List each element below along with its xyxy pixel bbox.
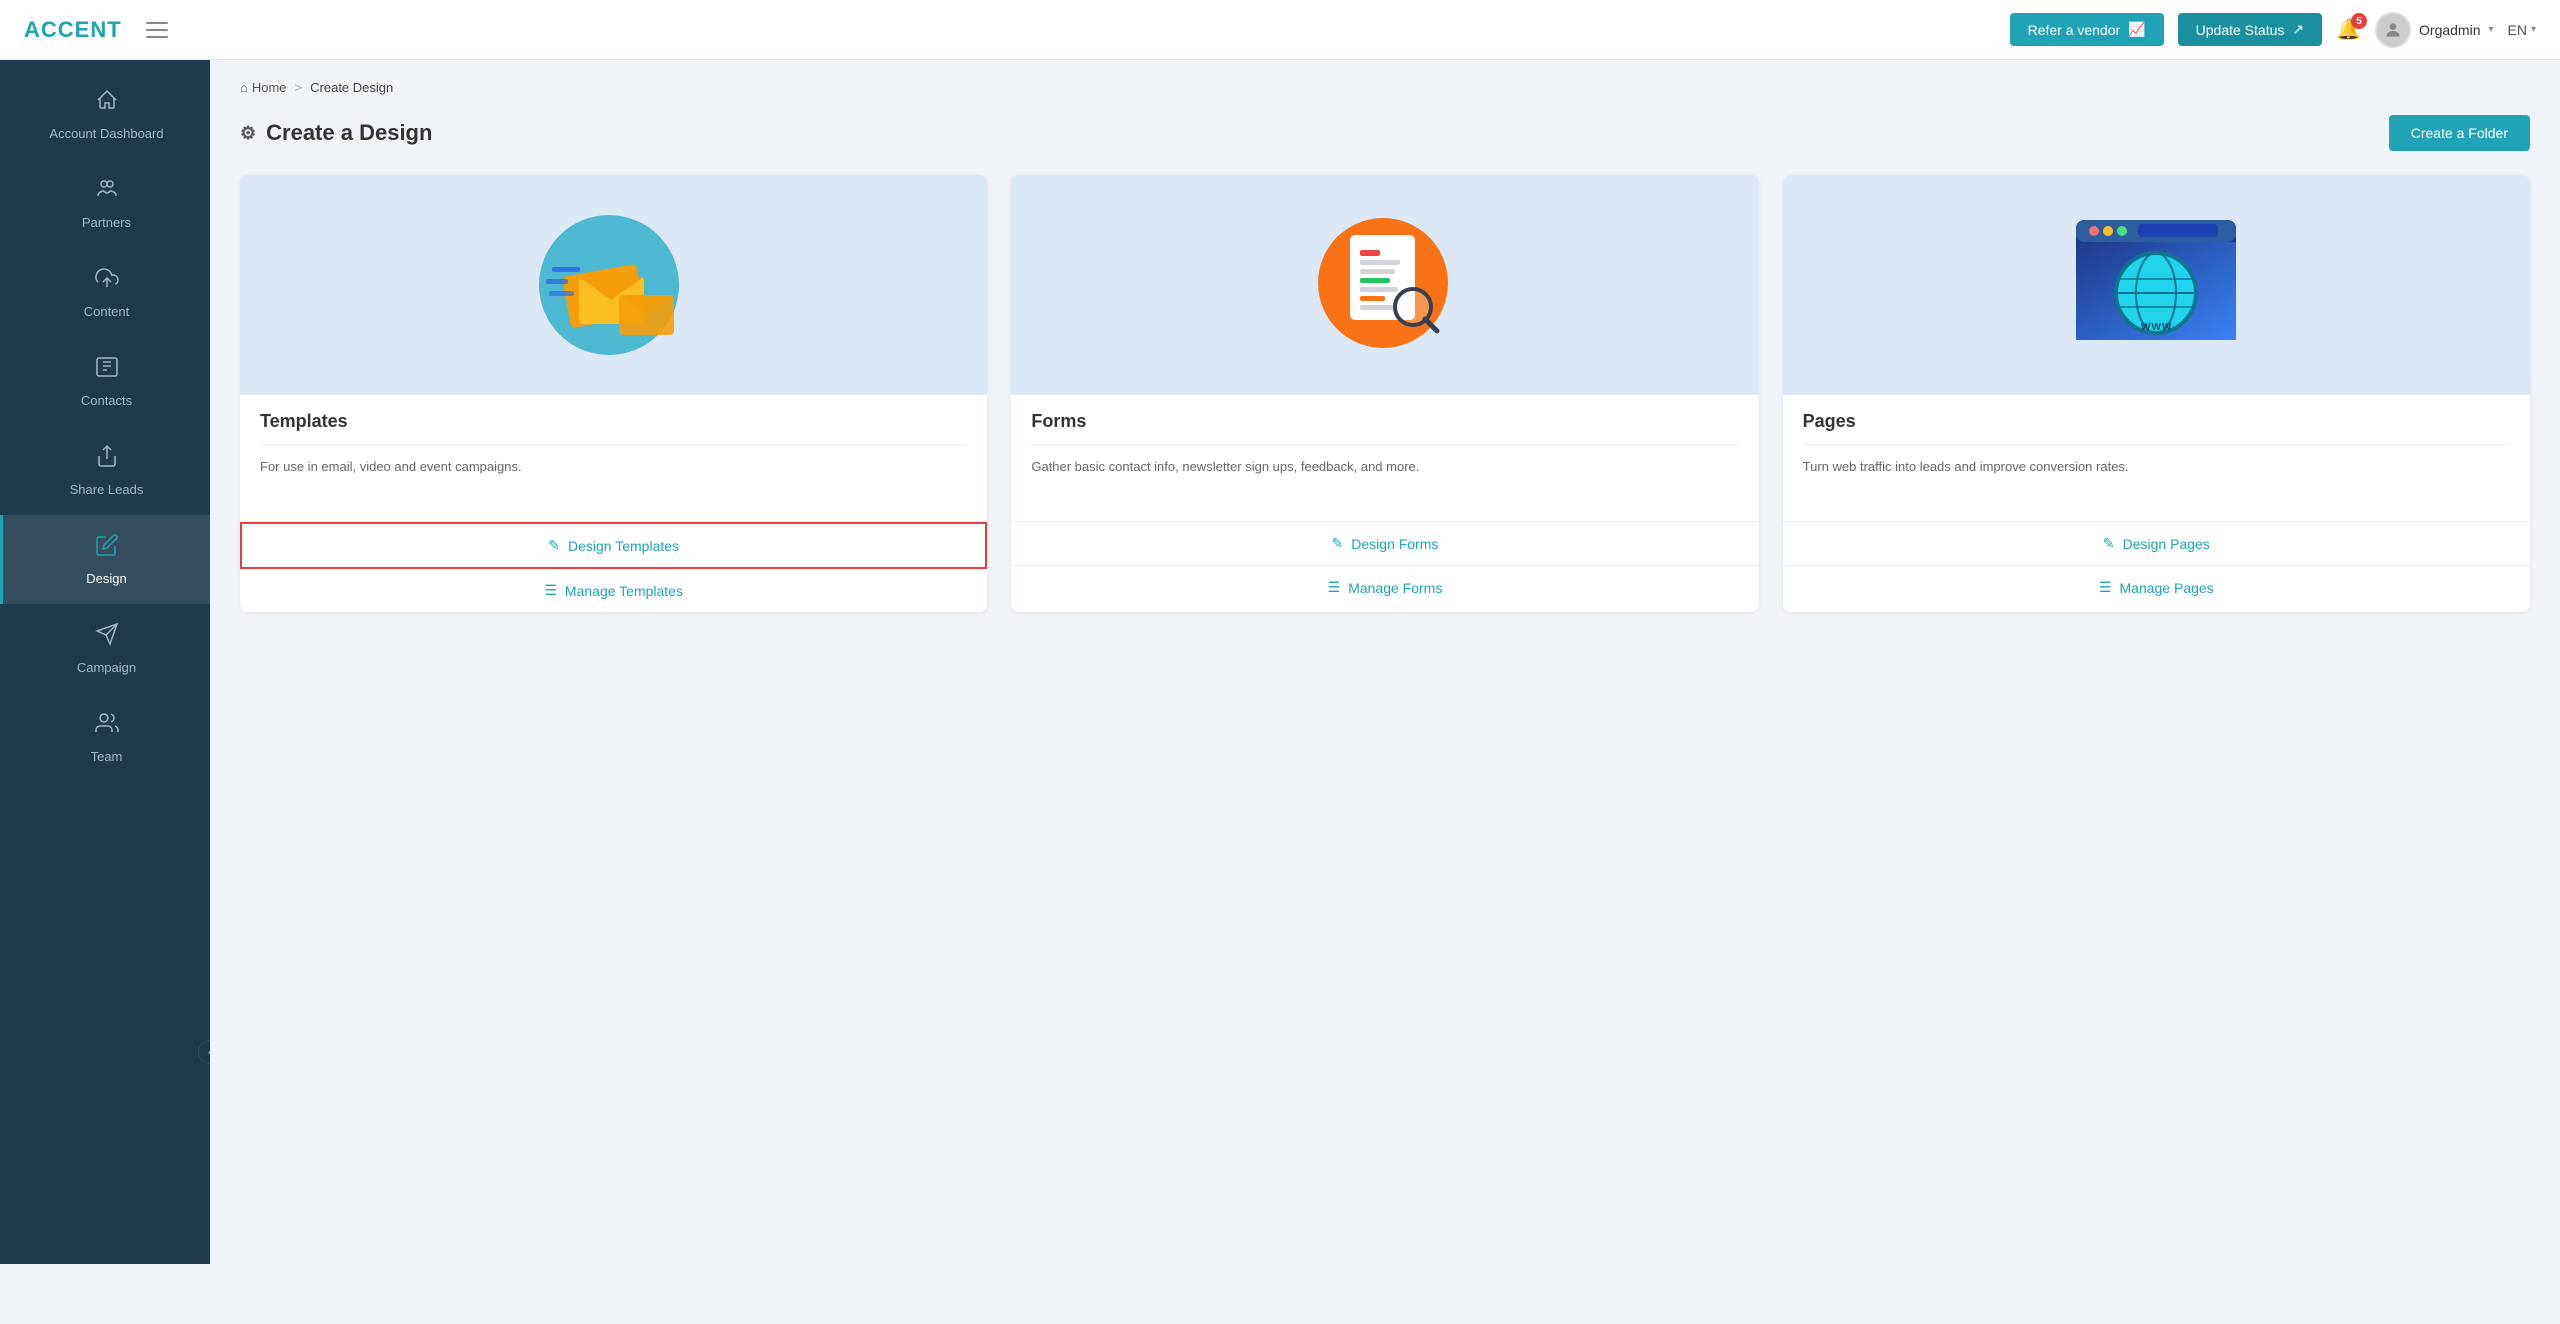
sidebar-collapse-button[interactable]: ‹ (198, 1040, 210, 1064)
sidebar-item-design[interactable]: Design (0, 515, 210, 604)
list-icon-forms: ☰ (1328, 579, 1341, 596)
breadcrumb: ⌂ Home > Create Design (240, 80, 2530, 95)
contacts-icon (95, 355, 119, 385)
pencil-square-icon: ✎ (548, 537, 560, 554)
sidebar-item-content[interactable]: Content (0, 248, 210, 337)
pages-card-body: Pages Turn web traffic into leads and im… (1783, 395, 2530, 507)
user-menu[interactable]: Orgadmin ▾ (2375, 12, 2494, 48)
lang-chevron-icon: ▾ (2531, 24, 2536, 35)
svg-text:WWW: WWW (2141, 322, 2172, 333)
templates-card: Templates For use in email, video and ev… (240, 175, 987, 612)
pages-card-actions: ✎ Design Pages ☰ Manage Pages (1783, 521, 2530, 609)
hamburger-menu[interactable] (142, 18, 172, 42)
sidebar-label-campaign: Campaign (77, 660, 136, 675)
create-folder-button[interactable]: Create a Folder (2389, 115, 2530, 151)
manage-pages-button[interactable]: ☰ Manage Pages (1783, 566, 2530, 609)
pages-card-title: Pages (1803, 411, 2510, 445)
pages-card: WWW Pages Turn web traffic into leads an… (1783, 175, 2530, 612)
avatar (2375, 12, 2411, 48)
notifications-button[interactable]: 🔔 5 (2336, 17, 2361, 42)
main-content: ⌂ Home > Create Design ⚙ Create a Design… (210, 60, 2560, 1264)
page-header: ⚙ Create a Design Create a Folder (240, 115, 2530, 151)
pencil-square-icon-forms: ✎ (1332, 535, 1344, 552)
forms-card-image (1011, 175, 1758, 395)
sidebar-label-content: Content (84, 304, 130, 319)
forms-card-actions: ✎ Design Forms ☰ Manage Forms (1011, 521, 1758, 609)
language-selector[interactable]: EN ▾ (2508, 22, 2536, 38)
home-breadcrumb-icon: ⌂ (240, 80, 248, 95)
content-icon (95, 266, 119, 296)
team-icon (95, 711, 119, 741)
templates-card-actions: ✎ Design Templates ☰ Manage Templates (240, 521, 987, 612)
sidebar-item-team[interactable]: Team (0, 693, 210, 782)
campaign-icon (95, 622, 119, 652)
update-status-button[interactable]: Update Status ↗ (2178, 13, 2322, 46)
cards-grid: Templates For use in email, video and ev… (240, 175, 2530, 612)
sidebar-label-team: Team (91, 749, 123, 764)
trend-icon: 📈 (2128, 21, 2145, 38)
templates-card-desc: For use in email, video and event campai… (260, 457, 967, 507)
sidebar: Account Dashboard Partners Content Conta… (0, 60, 210, 1264)
design-pages-button[interactable]: ✎ Design Pages (1783, 522, 2530, 566)
share-icon: ↗ (2292, 21, 2304, 38)
navbar: ACCENT Refer a vendor 📈 Update Status ↗ … (0, 0, 2560, 60)
templates-card-body: Templates For use in email, video and ev… (240, 395, 987, 507)
sidebar-item-partners[interactable]: Partners (0, 159, 210, 248)
forms-card-title: Forms (1031, 411, 1738, 445)
home-icon (95, 88, 119, 118)
partners-icon (95, 177, 119, 207)
design-icon (95, 533, 119, 563)
sidebar-item-contacts[interactable]: Contacts (0, 337, 210, 426)
share-leads-icon (95, 444, 119, 474)
forms-card-body: Forms Gather basic contact info, newslet… (1011, 395, 1758, 507)
layout: Account Dashboard Partners Content Conta… (0, 60, 2560, 1264)
templates-card-title: Templates (260, 411, 967, 445)
chevron-down-icon: ▾ (2488, 24, 2493, 35)
gear-icon: ⚙ (240, 123, 256, 144)
pages-card-desc: Turn web traffic into leads and improve … (1803, 457, 2510, 507)
manage-forms-button[interactable]: ☰ Manage Forms (1011, 566, 1758, 609)
breadcrumb-home[interactable]: ⌂ Home (240, 80, 287, 95)
design-templates-button[interactable]: ✎ Design Templates (240, 522, 987, 569)
design-forms-button[interactable]: ✎ Design Forms (1011, 522, 1758, 566)
list-icon-templates: ☰ (544, 582, 557, 599)
pages-card-image: WWW (1783, 175, 2530, 395)
forms-card-desc: Gather basic contact info, newsletter si… (1031, 457, 1738, 507)
forms-card: Forms Gather basic contact info, newslet… (1011, 175, 1758, 612)
sidebar-label-contacts: Contacts (81, 393, 132, 408)
refer-vendor-button[interactable]: Refer a vendor 📈 (2010, 13, 2164, 46)
breadcrumb-separator: > (295, 80, 303, 95)
page-title: ⚙ Create a Design (240, 120, 432, 146)
pencil-square-icon-pages: ✎ (2103, 535, 2115, 552)
sidebar-label-design: Design (86, 571, 126, 586)
manage-templates-button[interactable]: ☰ Manage Templates (240, 569, 987, 612)
templates-card-image (240, 175, 987, 395)
notification-badge: 5 (2351, 13, 2367, 29)
user-name: Orgadmin (2419, 22, 2480, 38)
app-logo: ACCENT (24, 17, 122, 43)
sidebar-label-account-dashboard: Account Dashboard (49, 126, 163, 141)
breadcrumb-current: Create Design (310, 80, 393, 95)
list-icon-pages: ☰ (2099, 579, 2112, 596)
sidebar-item-account-dashboard[interactable]: Account Dashboard (0, 70, 210, 159)
navbar-right: Refer a vendor 📈 Update Status ↗ 🔔 5 Org… (2010, 12, 2536, 48)
sidebar-label-share-leads: Share Leads (70, 482, 144, 497)
sidebar-label-partners: Partners (82, 215, 131, 230)
sidebar-item-share-leads[interactable]: Share Leads (0, 426, 210, 515)
sidebar-item-campaign[interactable]: Campaign (0, 604, 210, 693)
